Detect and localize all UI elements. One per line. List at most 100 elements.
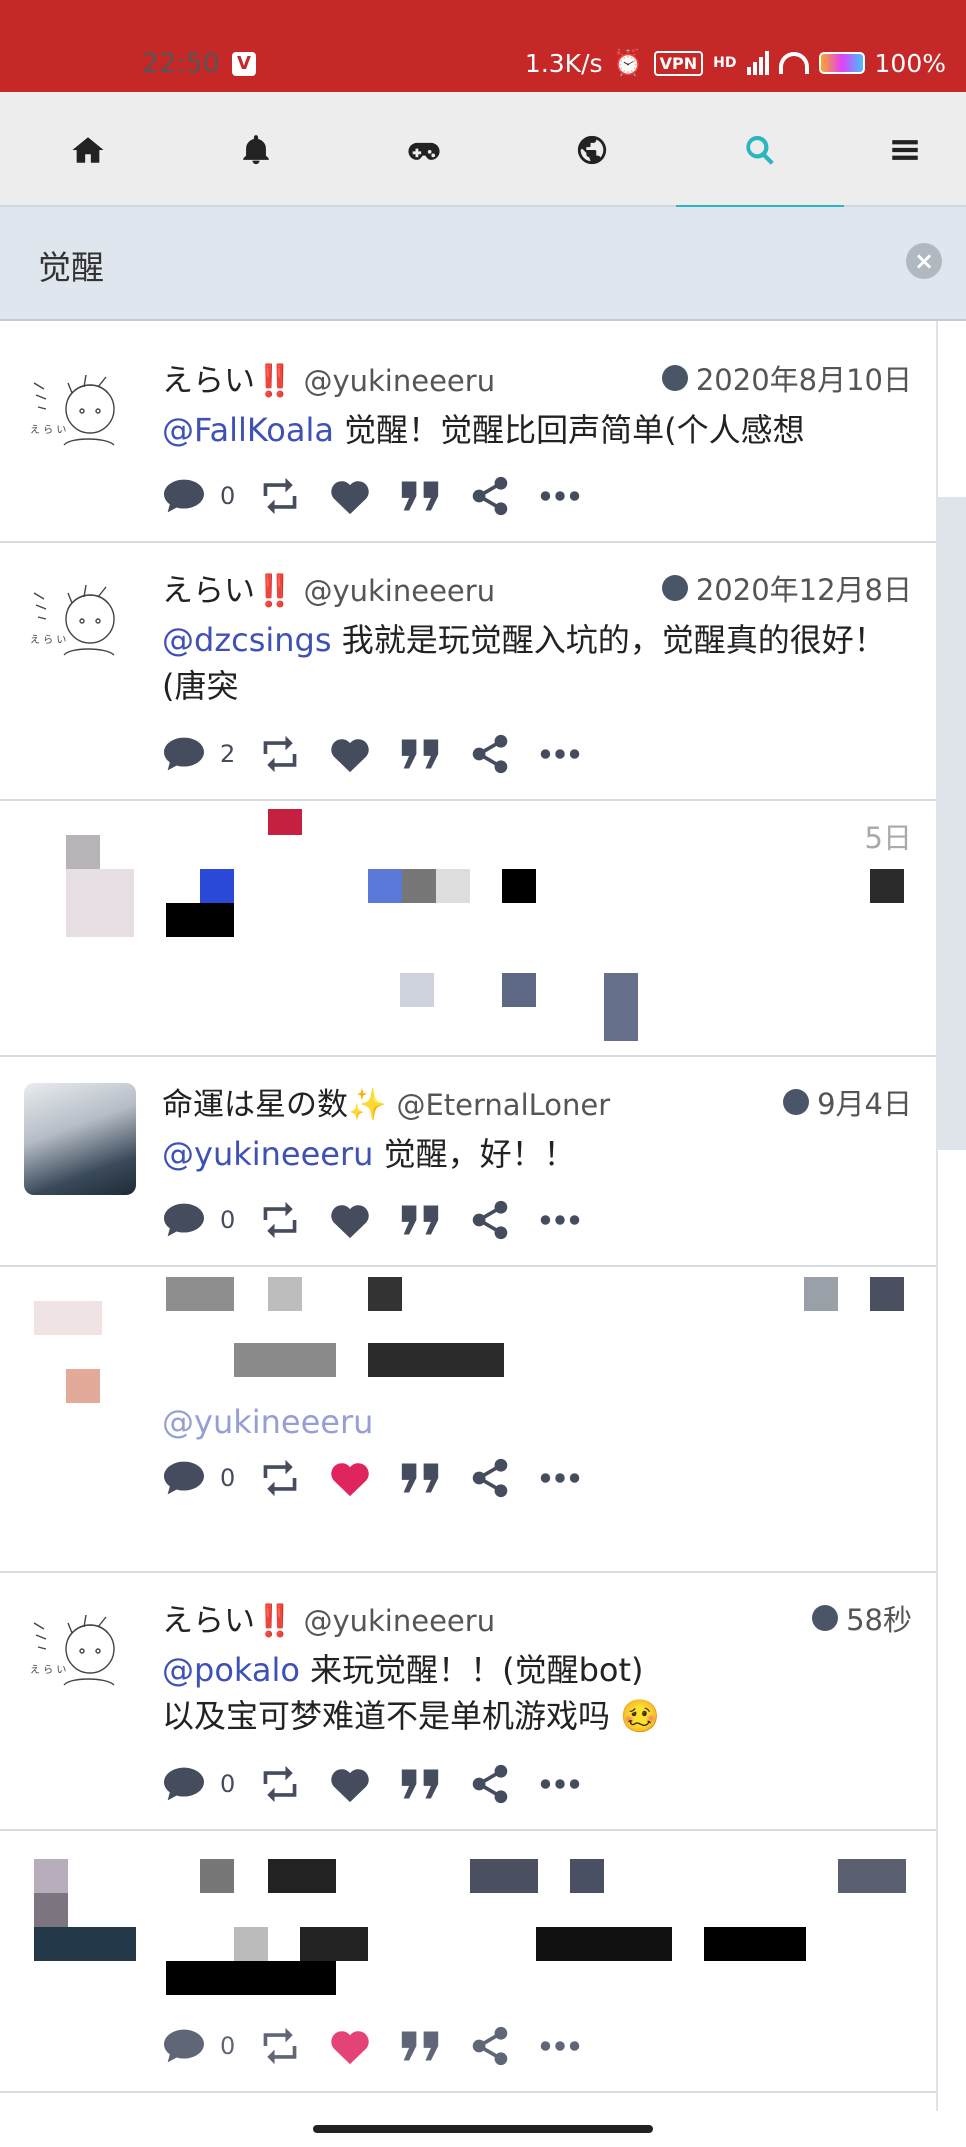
quote-button[interactable] — [398, 1195, 442, 1245]
status-card[interactable]: え ら い えらい‼️ @yukineeeru 58秒 @pokalo 来玩觉醒… — [0, 1573, 936, 1831]
globe-icon — [812, 1605, 839, 1631]
more-button[interactable] — [538, 729, 582, 779]
tab-public[interactable] — [508, 92, 676, 207]
quote-icon — [401, 739, 439, 769]
tab-menu[interactable] — [844, 92, 966, 207]
mention-link[interactable]: @dzcsings — [162, 621, 332, 659]
mention-link[interactable]: @yukineeeru — [162, 1403, 373, 1441]
boost-button[interactable] — [258, 1453, 302, 1503]
top-nav — [0, 92, 966, 209]
post-time[interactable]: 9月4日 — [783, 1081, 912, 1123]
reply-count: 2 — [220, 740, 236, 768]
more-button[interactable] — [538, 1453, 582, 1503]
username[interactable]: @EternalLoner — [396, 1088, 610, 1122]
wifi-icon — [778, 52, 809, 74]
post-time[interactable]: 2020年12月8日 — [661, 567, 912, 609]
display-name[interactable]: えらい — [162, 1603, 255, 1639]
quote-button[interactable] — [398, 729, 442, 779]
boost-button[interactable] — [258, 729, 302, 779]
heart-icon — [331, 2031, 369, 2065]
post-content: @dzcsings 我就是玩觉醒入坑的，觉醒真的很好！(唐突 — [162, 617, 922, 709]
tab-home[interactable] — [4, 92, 172, 207]
boost-button[interactable] — [258, 1759, 302, 1809]
status-card-blurred[interactable]: @yukineeeru 0 — [0, 1267, 936, 1573]
status-card[interactable]: え ら い えらい‼️ @yukineeeru 2020年12月8日 @dzcs… — [0, 543, 936, 801]
more-button[interactable] — [538, 471, 582, 521]
share-button[interactable] — [468, 1195, 512, 1245]
more-button[interactable] — [538, 1759, 582, 1809]
reply-button[interactable]: 0 — [162, 1195, 235, 1245]
username[interactable]: @yukineeeru — [303, 1604, 495, 1638]
post-time[interactable]: 58秒 — [812, 1597, 912, 1639]
display-name[interactable]: 命運は星の数 — [162, 1087, 348, 1123]
close-circle-icon[interactable]: × — [906, 243, 942, 279]
reply-button[interactable]: 0 — [162, 2021, 235, 2071]
quote-button[interactable] — [398, 2021, 442, 2071]
reply-button[interactable]: 0 — [162, 1759, 235, 1809]
more-button[interactable] — [538, 1195, 582, 1245]
tab-notifications[interactable] — [172, 92, 340, 207]
quote-button[interactable] — [398, 1759, 442, 1809]
favourite-button[interactable] — [328, 1453, 372, 1503]
reply-count: 0 — [220, 1770, 236, 1798]
share-button[interactable] — [468, 471, 512, 521]
username[interactable]: @yukineeeru — [303, 574, 495, 608]
blurred-block — [436, 869, 470, 903]
post-header: えらい‼️ @yukineeeru — [162, 355, 495, 400]
heart-icon — [331, 1769, 369, 1803]
blurred-block — [838, 1859, 906, 1893]
blurred-block — [234, 1343, 336, 1377]
boost-button[interactable] — [258, 2021, 302, 2071]
retweet-icon — [263, 1201, 297, 1239]
post-time[interactable]: 2020年8月10日 — [661, 357, 912, 399]
display-name[interactable]: えらい — [162, 573, 255, 609]
tab-search[interactable] — [676, 92, 844, 209]
share-icon — [472, 2026, 508, 2066]
quote-button[interactable] — [398, 471, 442, 521]
search-input[interactable]: 觉醒 — [38, 241, 104, 289]
more-button[interactable] — [538, 2021, 582, 2071]
tab-games[interactable] — [340, 92, 508, 207]
avatar[interactable] — [24, 1083, 136, 1195]
favourite-button[interactable] — [328, 471, 372, 521]
quote-button[interactable] — [398, 1453, 442, 1503]
gesture-home-bar[interactable] — [313, 2125, 653, 2133]
post-header: えらい‼️ @yukineeeru — [162, 565, 495, 610]
vpn-badge: VPN — [653, 50, 704, 76]
share-button[interactable] — [468, 2021, 512, 2071]
status-card[interactable]: 命運は星の数✨ @EternalLoner 9月4日 @yukineeeru 觉… — [0, 1057, 936, 1267]
quote-icon — [401, 1205, 439, 1235]
blurred-block — [368, 1343, 504, 1377]
v-app-icon: V — [232, 52, 256, 76]
blurred-block — [604, 973, 638, 1041]
username[interactable]: @yukineeeru — [303, 364, 495, 398]
scrollbar-thumb[interactable] — [938, 497, 966, 1150]
blurred-block — [870, 1277, 904, 1311]
favourite-button[interactable] — [328, 729, 372, 779]
globe-icon — [783, 1089, 810, 1115]
status-card-blurred[interactable]: 5日 — [0, 801, 936, 1057]
status-card-blurred[interactable]: 0 — [0, 1831, 936, 2093]
reply-button[interactable]: 0 — [162, 471, 235, 521]
reply-button[interactable]: 0 — [162, 1453, 235, 1503]
post-header: 命運は星の数✨ @EternalLoner — [162, 1079, 610, 1124]
boost-button[interactable] — [258, 1195, 302, 1245]
boost-button[interactable] — [258, 471, 302, 521]
status-card[interactable]: え ら い えらい‼️ @yukineeeru 2020年8月10日 @Fall… — [0, 333, 936, 543]
avatar[interactable]: え ら い — [24, 573, 136, 685]
favourite-button[interactable] — [328, 2021, 372, 2071]
mention-link[interactable]: @FallKoala — [162, 411, 334, 449]
mention-link[interactable]: @yukineeeru — [162, 1135, 373, 1173]
signal-icon — [746, 51, 769, 75]
share-button[interactable] — [468, 1453, 512, 1503]
favourite-button[interactable] — [328, 1195, 372, 1245]
mention-link[interactable]: @pokalo — [162, 1651, 300, 1689]
post-text: 觉醒！觉醒比回声简单(个人感想 — [333, 411, 805, 449]
share-button[interactable] — [468, 1759, 512, 1809]
avatar[interactable]: え ら い — [24, 363, 136, 475]
reply-button[interactable]: 2 — [162, 729, 235, 779]
display-name[interactable]: えらい — [162, 363, 255, 399]
share-button[interactable] — [468, 729, 512, 779]
avatar[interactable]: え ら い — [24, 1603, 136, 1715]
favourite-button[interactable] — [328, 1759, 372, 1809]
